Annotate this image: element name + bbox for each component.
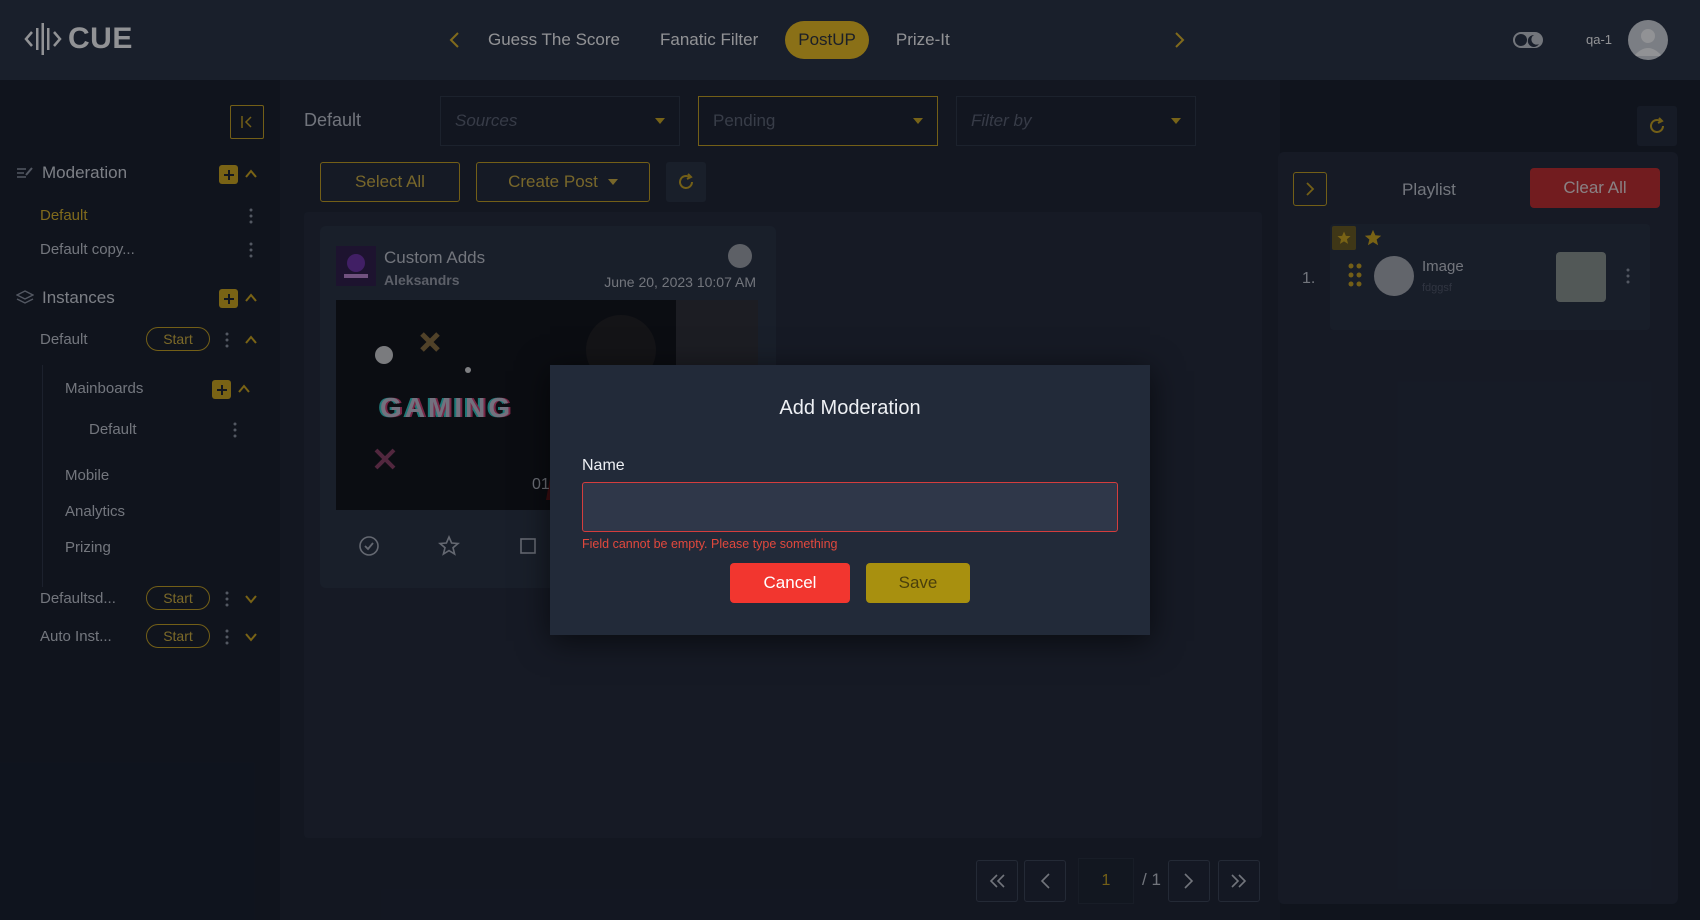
name-input[interactable]: [582, 482, 1118, 532]
save-button[interactable]: Save: [866, 563, 970, 603]
name-error-message: Field cannot be empty. Please type somet…: [582, 537, 838, 551]
cancel-button[interactable]: Cancel: [730, 563, 850, 603]
name-label: Name: [582, 457, 625, 474]
modal-title: Add Moderation: [779, 397, 921, 419]
add-moderation-modal: Add Moderation Name Field cannot be empt…: [550, 365, 1150, 635]
